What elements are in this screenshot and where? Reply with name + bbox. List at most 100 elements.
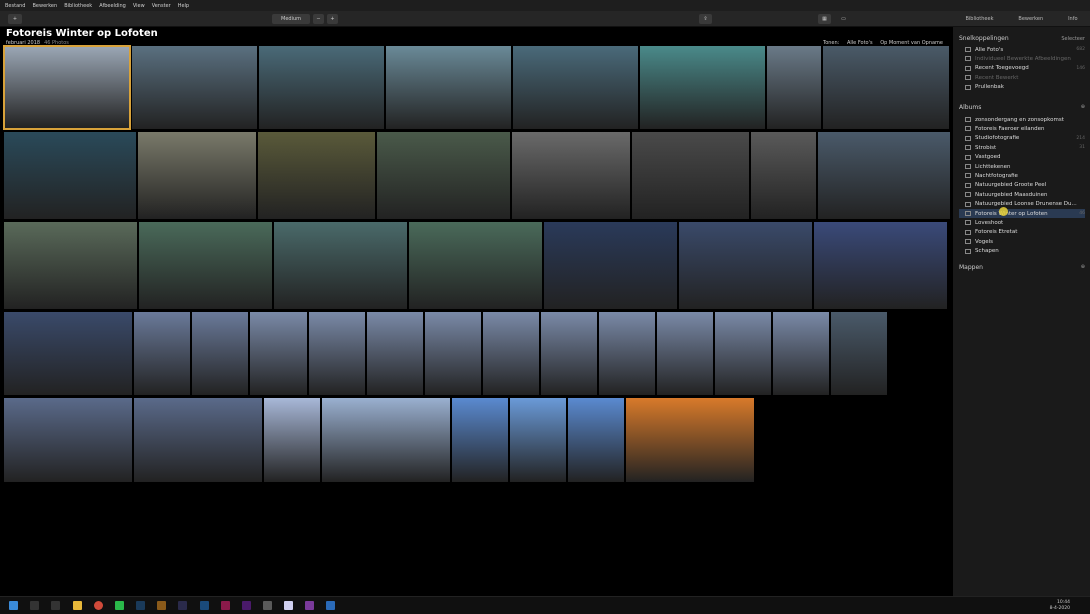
photo-thumbnail[interactable] xyxy=(3,221,138,310)
photo-thumbnail[interactable] xyxy=(678,221,813,310)
photo-thumbnail[interactable] xyxy=(509,397,567,483)
albums-item[interactable]: Strobist 31 xyxy=(959,143,1085,152)
indesign-icon[interactable] xyxy=(221,601,230,610)
photo-thumbnail[interactable] xyxy=(273,221,408,310)
photo-thumbnail[interactable] xyxy=(567,397,625,483)
photo-thumbnail[interactable] xyxy=(482,311,540,396)
albums-item[interactable]: Fotoreis Faeroer eilanden xyxy=(959,124,1085,133)
photo-thumbnail[interactable] xyxy=(133,311,191,396)
calculator-icon[interactable] xyxy=(263,601,272,610)
albums-item[interactable]: Natuurgebied Groote Peel xyxy=(959,181,1085,190)
photo-thumbnail[interactable] xyxy=(408,221,543,310)
photo-thumbnail[interactable] xyxy=(257,131,376,220)
albums-item[interactable]: Natuurgebied Loonse Drunense Du... xyxy=(959,200,1085,209)
photo-thumbnail[interactable] xyxy=(598,311,656,396)
photo-thumbnail[interactable] xyxy=(263,397,321,483)
single-view-icon[interactable]: ▭ xyxy=(837,14,850,24)
photo-thumbnail[interactable] xyxy=(376,131,511,220)
photo-thumbnail[interactable] xyxy=(714,311,772,396)
menu-item-bewerken[interactable]: Bewerken xyxy=(32,3,57,9)
search-icon[interactable] xyxy=(30,601,39,610)
photo-thumbnail[interactable] xyxy=(191,311,249,396)
chrome-icon[interactable] xyxy=(94,601,103,610)
lightroom-icon[interactable] xyxy=(136,601,145,610)
albums-item[interactable]: Fotoreis Winter op Lofoten 46 xyxy=(959,209,1085,218)
photo-thumbnail[interactable] xyxy=(543,221,678,310)
photo-thumbnail[interactable] xyxy=(631,131,750,220)
tab-library[interactable]: Bibliotheek xyxy=(965,16,993,22)
photo-thumbnail[interactable] xyxy=(540,311,598,396)
albums-item[interactable]: zonsondergang en zonsopkomst xyxy=(959,115,1085,124)
add-button[interactable]: + xyxy=(8,14,22,24)
menu-item-venster[interactable]: Venster xyxy=(152,3,171,9)
photo-thumbnail[interactable] xyxy=(3,311,133,396)
grid-view-icon[interactable]: ▦ xyxy=(818,14,831,24)
photo-thumbnail[interactable] xyxy=(511,131,631,220)
photo-thumbnail[interactable] xyxy=(137,131,257,220)
bridge-icon[interactable] xyxy=(157,601,166,610)
photo-thumbnail[interactable] xyxy=(656,311,714,396)
zoom-out-button[interactable]: − xyxy=(313,14,324,24)
shortcuts-select-button[interactable]: Selecteer xyxy=(1061,36,1085,42)
add-album-icon[interactable]: ⊕ xyxy=(1081,104,1085,110)
file-explorer-icon[interactable] xyxy=(73,601,82,610)
menu-item-help[interactable]: Help xyxy=(178,3,189,9)
zoom-in-button[interactable]: + xyxy=(327,14,338,24)
photo-thumbnail[interactable] xyxy=(133,397,263,483)
shortcuts-item[interactable]: Alle Foto's 682 xyxy=(959,45,1085,54)
albums-item[interactable]: Fotoreis Etretat xyxy=(959,228,1085,237)
photo-thumbnail[interactable] xyxy=(750,131,817,220)
menu-item-bestand[interactable]: Bestand xyxy=(5,3,25,9)
photoshop-icon[interactable] xyxy=(200,601,209,610)
photo-thumbnail[interactable] xyxy=(813,221,948,310)
albums-item[interactable]: Nachtfotografie xyxy=(959,171,1085,180)
albums-item[interactable]: Schapen xyxy=(959,247,1085,256)
onenote-icon[interactable] xyxy=(305,601,314,610)
start-icon[interactable] xyxy=(9,601,18,610)
add-folder-icon[interactable]: ⊕ xyxy=(1081,264,1085,270)
shortcuts-item[interactable]: Individueel Bewerkte Afbeeldingen xyxy=(959,54,1085,63)
photo-thumbnail[interactable] xyxy=(512,45,639,130)
albums-item[interactable]: Natuurgebied Maasduinen xyxy=(959,190,1085,199)
photo-thumbnail[interactable] xyxy=(3,45,131,130)
menu-item-afbeelding[interactable]: Afbeelding xyxy=(99,3,126,9)
tab-edit[interactable]: Bewerken xyxy=(1018,16,1043,22)
shortcuts-item[interactable]: Prullenbak xyxy=(959,83,1085,92)
share-icon[interactable]: ⇪ xyxy=(699,14,712,24)
app-green-icon[interactable] xyxy=(115,601,124,610)
albums-item[interactable]: Vogels xyxy=(959,237,1085,246)
shortcuts-item[interactable]: Recent Toegevoegd 146 xyxy=(959,64,1085,73)
photo-thumbnail[interactable] xyxy=(817,131,951,220)
photo-thumbnail[interactable] xyxy=(830,311,888,396)
albums-item[interactable]: Loveshoot xyxy=(959,218,1085,227)
app-blue-icon[interactable] xyxy=(326,601,335,610)
photo-thumbnail[interactable] xyxy=(3,131,137,220)
photo-thumbnail[interactable] xyxy=(308,311,366,396)
tab-info[interactable]: Info xyxy=(1068,16,1077,22)
menu-item-view[interactable]: View xyxy=(133,3,145,9)
photo-thumbnail[interactable] xyxy=(3,397,133,483)
albums-item[interactable]: Studiofotografie 214 xyxy=(959,134,1085,143)
photo-thumbnail[interactable] xyxy=(822,45,950,130)
photo-thumbnail[interactable] xyxy=(131,45,258,130)
word-icon[interactable] xyxy=(284,601,293,610)
albums-item[interactable]: Vastgoed xyxy=(959,153,1085,162)
photo-thumbnail[interactable] xyxy=(138,221,273,310)
photo-thumbnail[interactable] xyxy=(321,397,451,483)
photo-thumbnail[interactable] xyxy=(385,45,512,130)
photo-thumbnail[interactable] xyxy=(258,45,385,130)
photo-thumbnail[interactable] xyxy=(772,311,830,396)
photo-thumbnail[interactable] xyxy=(424,311,482,396)
photo-thumbnail[interactable] xyxy=(639,45,766,130)
menu-item-bibliotheek[interactable]: Bibliotheek xyxy=(64,3,92,9)
premiere-icon[interactable] xyxy=(242,601,251,610)
photo-thumbnail[interactable] xyxy=(766,45,822,130)
photo-thumbnail[interactable] xyxy=(366,311,424,396)
albums-item[interactable]: Lichttekenen xyxy=(959,162,1085,171)
app-dark-icon[interactable] xyxy=(178,601,187,610)
photo-thumbnail[interactable] xyxy=(625,397,755,483)
task-view-icon[interactable] xyxy=(51,601,60,610)
system-tray-clock[interactable]: 10:44 8-4-2020 xyxy=(1050,600,1070,611)
shortcuts-item[interactable]: Recent Bewerkt xyxy=(959,73,1085,82)
photo-thumbnail[interactable] xyxy=(249,311,308,396)
